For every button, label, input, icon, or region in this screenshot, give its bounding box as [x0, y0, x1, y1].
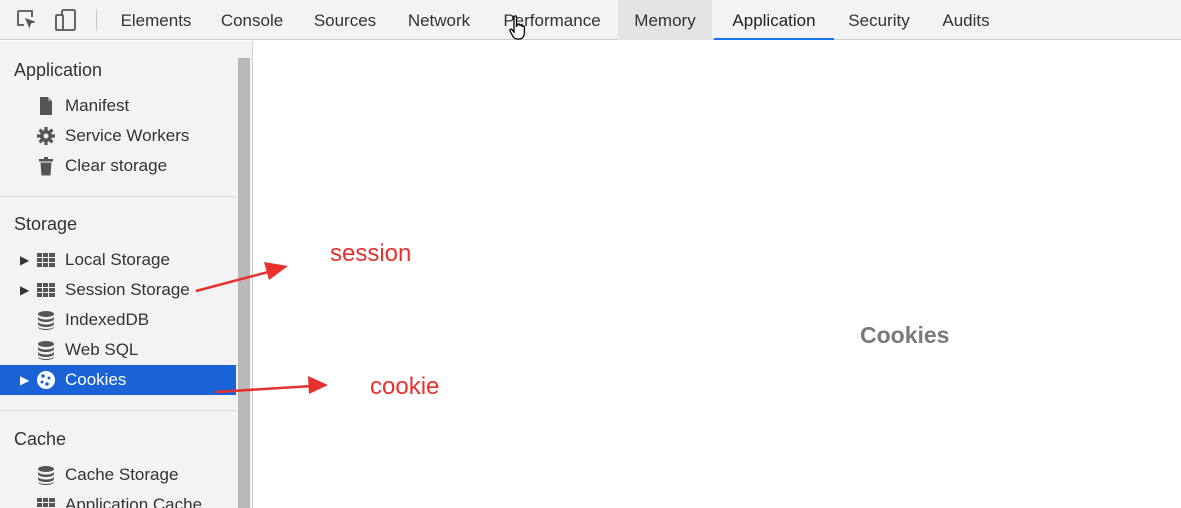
- sidebar-item-label: Manifest: [65, 96, 130, 115]
- sidebar-item-label: Application Cache: [65, 495, 203, 508]
- tab-memory[interactable]: Memory: [618, 0, 712, 40]
- sidebar-item-manifest[interactable]: Manifest: [0, 91, 236, 121]
- document-icon: [40, 97, 52, 115]
- section-title-storage: Storage: [14, 214, 78, 234]
- tab-console[interactable]: Console: [208, 0, 296, 40]
- sidebar-item-application-cache[interactable]: Application Cache: [0, 490, 236, 508]
- sidebar-item-indexeddb[interactable]: IndexedDB: [0, 305, 236, 335]
- database-icon: [38, 341, 54, 360]
- tab-elements[interactable]: Elements: [110, 0, 202, 40]
- gear-icon: [37, 127, 55, 145]
- sidebar-item-label: Cache Storage: [65, 465, 179, 484]
- expand-arrow-icon[interactable]: ▶: [20, 245, 29, 275]
- section-divider: [0, 196, 236, 197]
- sidebar-item-label: Web SQL: [65, 340, 139, 359]
- sidebar-scrollbar-thumb[interactable]: [238, 58, 250, 508]
- sidebar-item-label: IndexedDB: [65, 310, 150, 329]
- expand-arrow-icon[interactable]: ▶: [20, 365, 29, 395]
- panel-placeholder-title: Cookies: [860, 322, 950, 348]
- toolbar-separator: [96, 9, 97, 31]
- database-icon: [38, 466, 54, 485]
- sidebar-item-web-sql[interactable]: Web SQL: [0, 335, 236, 365]
- grid-icon: [37, 283, 55, 297]
- sidebar-item-cookies[interactable]: ▶ Cookies: [0, 365, 236, 395]
- sidebar-item-service-workers[interactable]: Service Workers: [0, 121, 236, 151]
- sidebar-item-session-storage[interactable]: ▶ Session Storage: [0, 275, 236, 305]
- sidebar-item-clear-storage[interactable]: Clear storage: [0, 151, 236, 181]
- device-toolbar-icon[interactable]: [55, 9, 77, 31]
- expand-arrow-icon[interactable]: ▶: [20, 275, 29, 305]
- inspect-element-icon[interactable]: [16, 9, 38, 31]
- database-icon: [38, 311, 54, 330]
- cookie-icon: [37, 371, 55, 389]
- tab-security[interactable]: Security: [836, 0, 922, 40]
- sidebar-item-label: Local Storage: [65, 250, 170, 269]
- sidebar-item-local-storage[interactable]: ▶ Local Storage: [0, 245, 236, 275]
- tab-sources[interactable]: Sources: [302, 0, 388, 40]
- sidebar-item-label: Cookies: [65, 370, 127, 389]
- annotation-session: session: [330, 240, 412, 267]
- hand-cursor-icon: [509, 15, 526, 40]
- section-title-application: Application: [14, 60, 103, 80]
- section-divider: [0, 410, 236, 411]
- grid-icon: [37, 253, 55, 267]
- application-sidebar: Application Manifest Service Workers Cle…: [0, 41, 253, 508]
- grid-icon: [37, 498, 55, 507]
- sidebar-item-label: Session Storage: [65, 280, 190, 299]
- section-title-cache: Cache: [14, 429, 67, 449]
- annotation-cookie: cookie: [370, 373, 440, 400]
- tab-application[interactable]: Application: [714, 0, 834, 40]
- sidebar-item-cache-storage[interactable]: Cache Storage: [0, 460, 236, 490]
- trash-icon: [39, 157, 53, 176]
- main-panel: [254, 41, 1181, 508]
- devtools-toolbar: Elements Console Sources Network Perform…: [0, 0, 1181, 40]
- tab-audits[interactable]: Audits: [928, 0, 1004, 40]
- sidebar-item-label: Clear storage: [65, 156, 168, 175]
- sidebar-item-label: Service Workers: [65, 126, 190, 145]
- tab-network[interactable]: Network: [394, 0, 484, 40]
